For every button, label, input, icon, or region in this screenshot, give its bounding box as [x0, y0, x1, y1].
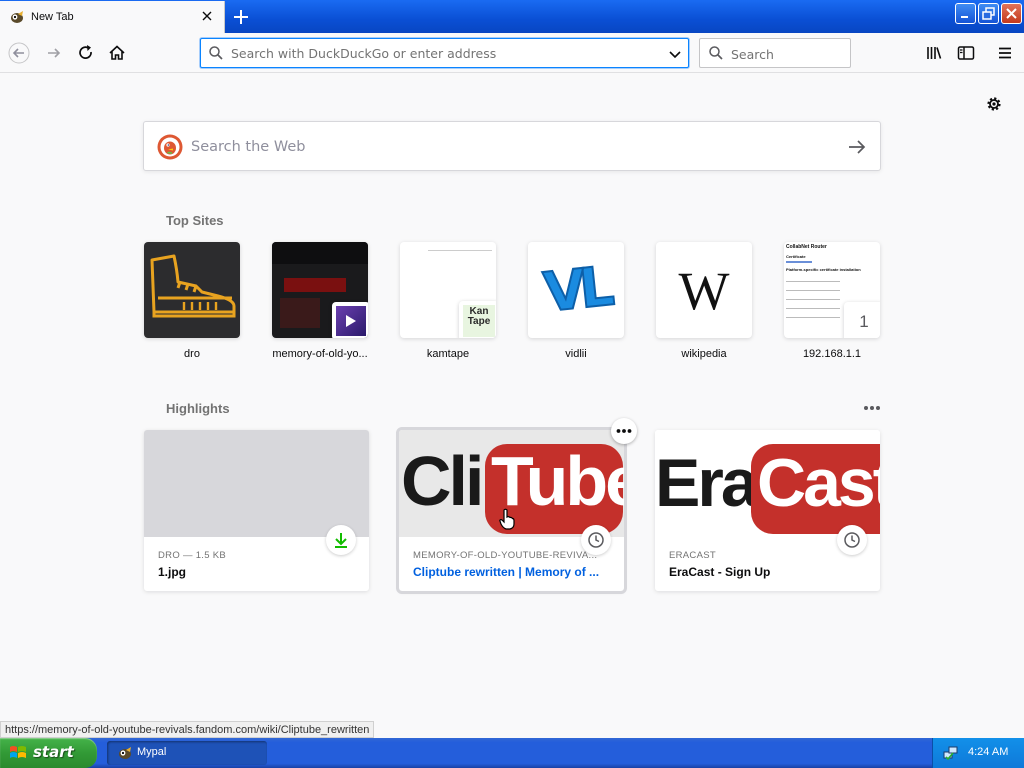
windows-logo-icon: [10, 746, 26, 758]
web-search-box[interactable]: [143, 121, 881, 171]
thumbnail-text-lines: [786, 276, 840, 322]
site-thumbnail: VL: [528, 242, 624, 338]
more-options-icon[interactable]: [862, 402, 882, 414]
taskbar: start Mypal 4:24 AM: [0, 738, 1024, 768]
forward-arrow-icon[interactable]: [43, 42, 65, 64]
home-icon[interactable]: [106, 42, 128, 64]
highlight-card[interactable]: Clip Tube MEMORY-OF-OLD-YOUTUBE-REVIVA..…: [396, 418, 637, 594]
tab-new-tab[interactable]: New Tab: [0, 1, 225, 33]
eracast-era-text: Era: [655, 445, 759, 521]
web-search-input[interactable]: [191, 136, 791, 158]
close-icon[interactable]: [199, 8, 215, 24]
kamtape-logo-text: Kan Tape: [467, 306, 491, 327]
start-label: start: [33, 743, 74, 761]
arrow-right-icon[interactable]: [846, 136, 868, 158]
tab-strip: New Tab: [0, 0, 1024, 33]
site-label: wikipedia: [681, 348, 727, 360]
card-context: DRO — 1.5 KB: [158, 550, 227, 561]
search-input[interactable]: [731, 45, 841, 63]
top-site-tile[interactable]: W wikipedia: [656, 242, 752, 360]
thumbnail-header: [272, 242, 368, 264]
taskbar-window-button[interactable]: Mypal: [107, 741, 267, 765]
card-context-menu-button[interactable]: [611, 418, 637, 444]
highlight-card[interactable]: DRO — 1.5 KB 1.jpg: [144, 430, 369, 591]
site-thumbnail: CollabNet Router Certificate Platform-sp…: [784, 242, 880, 338]
highlights-heading: Highlights: [166, 401, 230, 416]
site-label: 192.168.1.1: [802, 348, 862, 360]
clock: 4:24 AM: [968, 746, 1009, 758]
duckduckgo-logo-icon: [157, 134, 183, 160]
hamburger-menu-icon[interactable]: [994, 42, 1016, 64]
top-site-tile[interactable]: memory-of-old-yo...: [272, 242, 368, 360]
minimize-button[interactable]: [955, 3, 976, 24]
card-title: EraCast - Sign Up: [669, 565, 771, 579]
address-input[interactable]: [231, 44, 651, 62]
card-title: 1.jpg: [158, 565, 187, 579]
site-label: memory-of-old-yo...: [272, 348, 368, 360]
mypal-app-icon: [119, 747, 131, 759]
thumbnail-link: [786, 261, 812, 263]
chevron-down-icon[interactable]: [667, 46, 683, 62]
site-label: kamtape: [426, 348, 470, 360]
hand-cursor-icon: [499, 508, 515, 530]
window-close-button[interactable]: [1001, 3, 1022, 24]
thumbnail-doc-title: CollabNet Router: [786, 244, 827, 250]
thumbnail-line: [428, 250, 492, 251]
search-bar[interactable]: [699, 38, 851, 68]
wikipedia-logo-icon: W: [678, 261, 730, 321]
top-site-tile[interactable]: Kan Tape kamtape: [400, 242, 496, 360]
close-icon: [1006, 8, 1017, 19]
navigation-toolbar: [0, 33, 1024, 73]
site-label: vidlii: [565, 348, 587, 360]
vidlii-logo-icon: VL: [540, 254, 612, 325]
thumbnail-doc-subtitle: Certificate: [786, 254, 806, 259]
boot-icon: [150, 254, 236, 318]
thumbnail-doc-heading: Platform-specific certificate installati…: [786, 267, 861, 272]
new-tab-page: Top Sites dro memory-of-old-yo...: [0, 74, 1024, 738]
top-site-tile[interactable]: dro: [144, 242, 240, 360]
more-options-icon: [616, 429, 632, 433]
play-icon: [346, 315, 356, 327]
browser-favicon-icon: [11, 11, 23, 23]
card-context: MEMORY-OF-OLD-YOUTUBE-REVIVA...: [413, 550, 598, 561]
library-icon[interactable]: [923, 42, 945, 64]
network-icon[interactable]: [943, 745, 959, 761]
gear-icon[interactable]: [984, 94, 1004, 114]
sidebar-icon[interactable]: [955, 42, 977, 64]
taskbar-window-label: Mypal: [137, 746, 167, 758]
plus-icon[interactable]: [230, 6, 252, 28]
eracast-cast-text: Cast: [757, 445, 880, 521]
reload-icon[interactable]: [75, 42, 97, 64]
site-favicon-tile: [332, 302, 368, 338]
search-icon: [709, 46, 723, 60]
top-site-tile[interactable]: VL vidlii: [528, 242, 624, 360]
restore-button[interactable]: [978, 3, 999, 24]
restore-icon: [982, 7, 995, 20]
card-preview: Era Cast: [655, 430, 880, 537]
top-site-tile[interactable]: CollabNet Router Certificate Platform-sp…: [784, 242, 880, 360]
site-favicon-tile: Kan Tape: [459, 301, 496, 338]
site-label: dro: [184, 348, 200, 360]
back-arrow-icon[interactable]: [8, 42, 30, 64]
card-context: ERACAST: [669, 550, 716, 561]
card-title: Cliptube rewritten | Memory of ...: [413, 565, 600, 579]
thumbnail-banner: [284, 278, 346, 292]
system-tray: 4:24 AM: [932, 738, 1024, 768]
tab-title: New Tab: [31, 11, 74, 23]
address-bar[interactable]: [200, 38, 689, 68]
card-preview: [144, 430, 369, 537]
status-url: https://memory-of-old-youtube-revivals.f…: [0, 721, 375, 738]
site-thumbnail: Kan Tape: [400, 242, 496, 338]
top-sites-heading: Top Sites: [166, 213, 224, 228]
site-thumbnail: [272, 242, 368, 338]
site-thumbnail: W: [656, 242, 752, 338]
site-initial-letter: 1: [859, 312, 869, 331]
minimize-icon: [961, 16, 968, 18]
start-button[interactable]: start: [0, 738, 97, 768]
thumbnail-block: [280, 298, 320, 328]
highlight-card[interactable]: Era Cast ERACAST EraCast - Sign Up: [655, 430, 880, 591]
site-favicon-tile: 1: [844, 302, 880, 338]
search-icon: [209, 46, 223, 60]
site-thumbnail: [144, 242, 240, 338]
